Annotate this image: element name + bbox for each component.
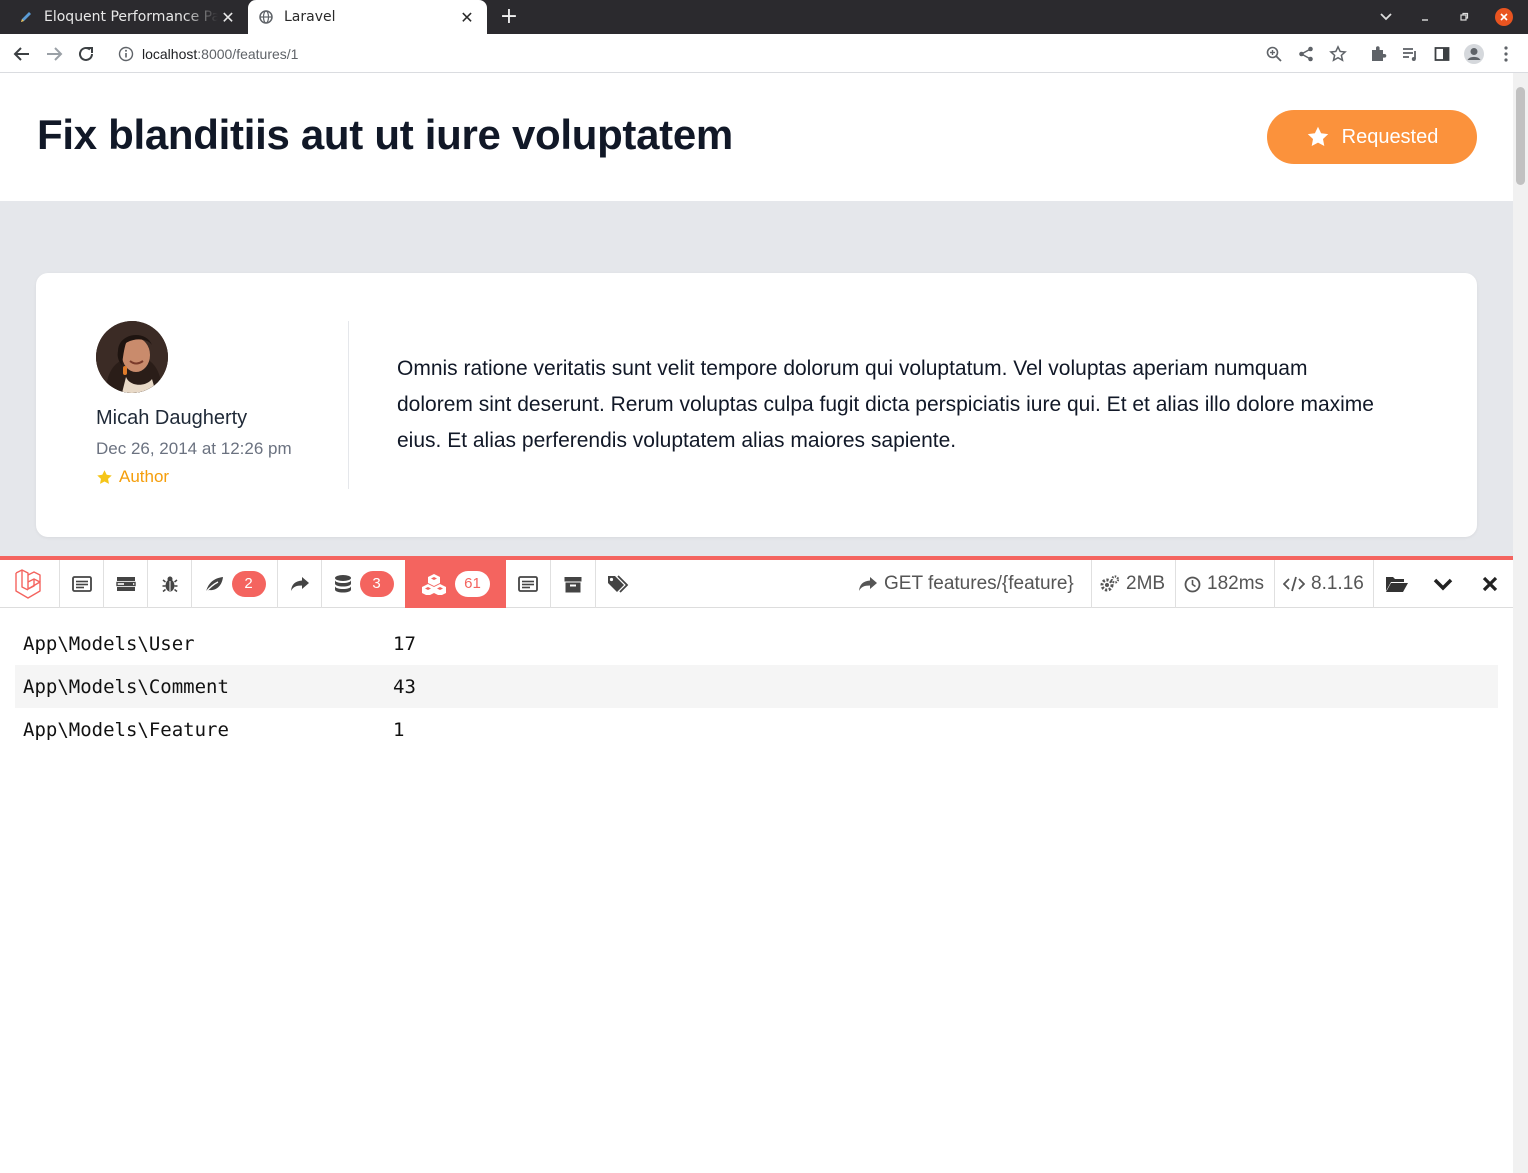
model-name: App\Models\Feature (23, 718, 229, 741)
zoom-icon[interactable] (1262, 42, 1286, 66)
window-close-icon[interactable] (1495, 8, 1513, 26)
request-tags-icon[interactable] (596, 560, 640, 608)
laravel-debugbar: 2 3 61 GET features/{feature} 2MB 182ms … (0, 556, 1513, 1173)
comment-body: Omnis ratione veritatis sunt velit tempo… (397, 357, 1374, 452)
route-info[interactable]: GET features/{feature} (850, 560, 1082, 608)
database-icon (334, 575, 351, 593)
leaf-icon (204, 577, 223, 593)
browser-tab-bar: Eloquent Performance Pa ✕ Laravel ✕ + (0, 0, 1528, 34)
queries-tab[interactable]: 3 (322, 560, 406, 608)
route-arrow-icon (859, 577, 877, 591)
requested-button[interactable]: Requested (1267, 110, 1477, 164)
comment-card: Micah Daugherty Dec 26, 2014 at 12:26 pm… (36, 273, 1477, 537)
author-badge: Author (96, 467, 169, 487)
browser-toolbar: localhost:8000/features/1 (0, 34, 1528, 73)
new-tab-button[interactable]: + (496, 5, 522, 29)
queries-count-badge: 3 (359, 571, 394, 597)
session-archive-icon[interactable] (551, 560, 596, 608)
minimize-icon[interactable] (1416, 8, 1434, 26)
memory-info: 2MB (1091, 560, 1173, 608)
close-debugbar-icon[interactable] (1467, 560, 1513, 608)
forward-icon[interactable] (42, 42, 66, 66)
models-tab[interactable]: 61 (405, 560, 506, 608)
php-version-label: 8.1.16 (1311, 573, 1364, 594)
mail-tab-icon[interactable] (506, 560, 551, 608)
bookmark-star-icon[interactable] (1326, 42, 1350, 66)
restore-icon[interactable] (1455, 8, 1473, 26)
model-count: 1 (393, 718, 405, 741)
author-badge-label: Author (119, 467, 170, 486)
globe-icon (258, 9, 274, 25)
exceptions-bug-icon[interactable] (148, 560, 192, 608)
extensions-icon[interactable] (1366, 42, 1390, 66)
author-name: Micah Daugherty (96, 407, 248, 429)
tab-title: Eloquent Performance Pa (44, 9, 218, 25)
star-icon (1307, 126, 1328, 146)
open-folder-icon[interactable] (1373, 560, 1419, 608)
address-bar[interactable]: localhost:8000/features/1 (108, 38, 1358, 69)
memory-label: 2MB (1126, 573, 1166, 594)
cogs-icon (1100, 575, 1120, 592)
model-count: 43 (393, 675, 416, 698)
model-count: 17 (393, 632, 416, 655)
minimize-debugbar-chevron-icon[interactable] (1420, 560, 1466, 608)
table-row: App\Models\Feature 1 (15, 708, 1498, 751)
star-icon (97, 469, 112, 484)
route-label: GET features/{feature} (884, 573, 1074, 594)
requested-label: Requested (1341, 125, 1439, 148)
php-version-info: 8.1.16 (1274, 560, 1372, 608)
time-label: 182ms (1207, 573, 1265, 594)
feature-header: Fix blanditiis aut ut iure voluptatem Re… (0, 73, 1513, 201)
clock-icon (1184, 576, 1201, 592)
cubes-icon (422, 574, 447, 595)
media-control-icon[interactable] (1398, 42, 1422, 66)
page-title: Fix blanditiis aut ut iure voluptatem (37, 111, 733, 158)
profile-avatar-icon[interactable] (1462, 42, 1486, 66)
table-row: App\Models\User 17 (15, 622, 1498, 665)
side-panel-icon[interactable] (1430, 42, 1454, 66)
reload-icon[interactable] (74, 42, 98, 66)
code-icon (1283, 576, 1305, 592)
tab-title: Laravel (284, 9, 336, 25)
models-table: App\Models\User 17 App\Models\Comment 43… (15, 622, 1498, 751)
route-tab-icon[interactable] (278, 560, 322, 608)
divider (348, 321, 349, 489)
site-info-icon[interactable] (118, 46, 134, 62)
page-scrollbar[interactable] (1513, 73, 1528, 1173)
avatar (96, 321, 168, 393)
scrollbar-thumb[interactable] (1516, 87, 1525, 185)
tab-eloquent-performance[interactable]: Eloquent Performance Pa ✕ (8, 0, 248, 34)
comment-date: Dec 26, 2014 at 12:26 pm (96, 439, 292, 458)
time-info: 182ms (1175, 560, 1272, 608)
model-name: App\Models\User (23, 632, 195, 655)
url-text: localhost:8000/features/1 (142, 45, 299, 62)
browser-menu-icon[interactable] (1494, 42, 1518, 66)
messages-tab-icon[interactable] (60, 560, 104, 608)
back-icon[interactable] (10, 42, 34, 66)
close-tab-icon[interactable]: ✕ (218, 7, 238, 27)
table-row: App\Models\Comment 43 (15, 665, 1498, 708)
model-name: App\Models\Comment (23, 675, 229, 698)
laravel-logo-icon[interactable] (0, 560, 60, 608)
share-icon[interactable] (1294, 42, 1318, 66)
pencil-icon (18, 9, 34, 25)
page-viewport: Fix blanditiis aut ut iure voluptatem Re… (0, 73, 1513, 1173)
close-tab-icon[interactable]: ✕ (457, 7, 477, 27)
timeline-tab-icon[interactable] (104, 560, 148, 608)
views-tab[interactable]: 2 (192, 560, 278, 608)
models-count-badge: 61 (455, 571, 490, 597)
debugbar-toolbar: 2 3 61 GET features/{feature} 2MB 182ms … (0, 560, 1513, 608)
tab-laravel[interactable]: Laravel ✕ (248, 0, 487, 34)
views-count-badge: 2 (231, 571, 266, 597)
tab-search-icon[interactable] (1377, 8, 1395, 26)
